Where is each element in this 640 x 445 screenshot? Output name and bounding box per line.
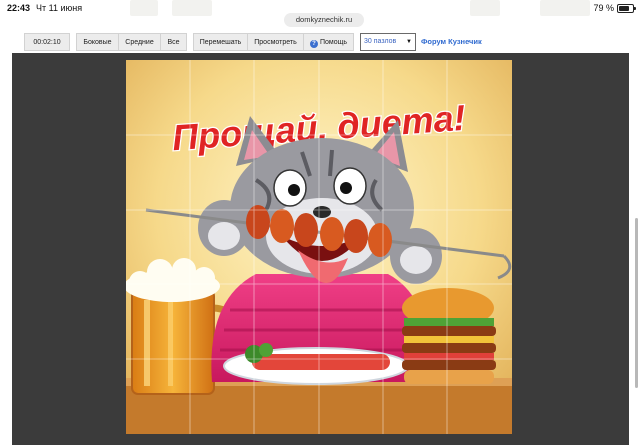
blurred-tab-ghost: [540, 0, 590, 16]
page-scrollbar[interactable]: [635, 218, 638, 388]
puzzle-toolbar: 00:02:10 Боковые Средние Все Перемешать …: [0, 31, 640, 53]
help-button[interactable]: ? Помощь: [303, 33, 354, 51]
pieces-count-value: 30 пазлов: [364, 38, 397, 45]
pieces-count-select[interactable]: 30 пазлов ▼: [360, 33, 416, 51]
timer-display: 00:02:10: [24, 33, 70, 51]
preview-button[interactable]: Просмотреть: [247, 33, 303, 51]
all-pieces-button[interactable]: Все: [160, 33, 187, 51]
chevron-down-icon: ▼: [406, 39, 412, 45]
blurred-tab-ghost: [172, 0, 212, 16]
blurred-tab-ghost: [470, 0, 500, 16]
puzzle-image[interactable]: Прощай, диета!: [126, 60, 512, 434]
burger-stack: [402, 288, 496, 384]
help-label: Помощь: [319, 39, 348, 46]
middle-pieces-button[interactable]: Средние: [118, 33, 160, 51]
puzzle-illustration: Прощай, диета!: [126, 60, 512, 434]
forum-link[interactable]: Форум Кузнечик: [421, 33, 482, 51]
battery-icon: [617, 3, 636, 13]
blurred-tab-ghost: [130, 0, 158, 16]
clock-time: 22:43: [7, 3, 31, 13]
status-date: Чт 11 июня: [36, 3, 83, 13]
battery-percent: 79 %: [593, 3, 614, 13]
side-pieces-button[interactable]: Боковые: [76, 33, 118, 51]
shuffle-button[interactable]: Перемешать: [193, 33, 247, 51]
question-circle-icon: ?: [309, 40, 318, 48]
url-address-bar[interactable]: domkyznechik.ru: [284, 13, 364, 27]
